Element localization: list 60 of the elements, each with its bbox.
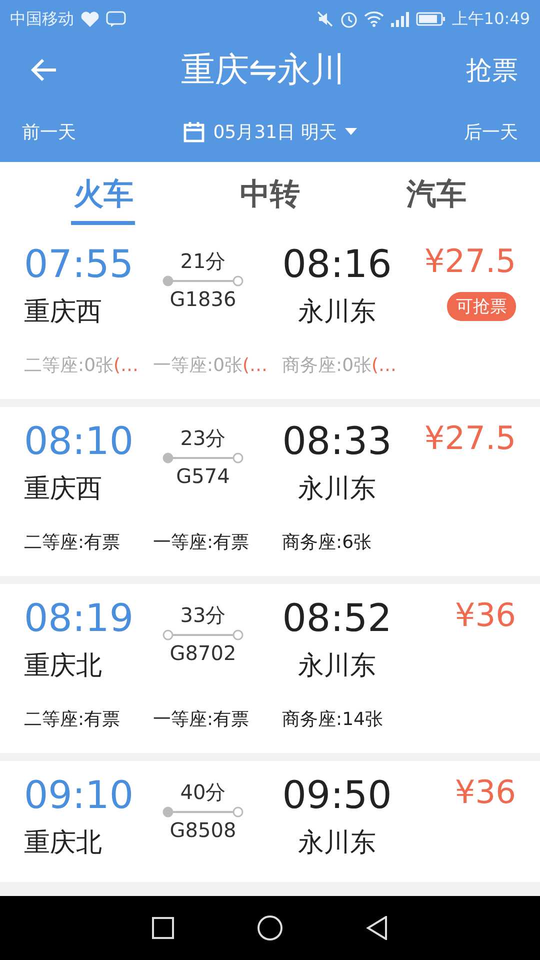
departure-time: 07:55 [24,242,135,286]
mute-icon [316,10,334,28]
seat-availability: 一等座:有票 [153,708,250,731]
calendar-icon [183,121,206,143]
seat-availability: 二等座:0张(… [24,354,137,377]
departure-station: 重庆北 [24,827,103,860]
train-number: G8702 [170,641,236,665]
arrival-station: 永川东 [298,827,376,860]
alarm-icon [340,10,358,28]
seat-availability: 二等座:有票 [24,531,122,554]
seat-availability: 一等座:0张(… [153,354,266,377]
message-icon [106,10,126,28]
signal-icon [390,11,410,27]
date-selector[interactable]: 05月31日 明天 [213,120,337,144]
carrier-name: 中国移动 [10,8,74,30]
ticket-price: ¥36 [454,596,516,634]
departure-time: 08:19 [24,596,135,640]
arrival-time: 08:16 [282,242,392,286]
grab-ticket-link[interactable]: 抢票 [466,52,518,88]
square-nav-icon[interactable] [152,917,174,939]
seat-availability: 二等座:有票 [24,708,122,731]
route-title: 重庆⇋永川 [180,49,346,92]
arrival-time: 08:33 [282,419,392,463]
back-triangle-icon[interactable] [366,916,388,940]
seat-availability: 商务座:14张 [282,708,384,731]
arrival-station: 永川东 [298,650,376,683]
train-number: G574 [176,464,230,488]
arrival-station: 永川东 [298,473,376,506]
home-icon[interactable] [256,915,283,941]
tab[interactable]: 中转 [238,168,302,224]
duration: 23分 [180,425,226,452]
arrival-station: 永川东 [298,296,376,329]
grab-ticket-badge[interactable]: 可抢票 [447,292,516,321]
departure-station: 重庆北 [24,650,103,683]
departure-station: 重庆西 [24,296,103,329]
seat-availability: 商务座:6张 [282,531,373,554]
arrival-time: 08:52 [282,596,392,640]
tab[interactable]: 汽车 [404,168,469,224]
train-number: G1836 [170,287,236,311]
wifi-icon [364,11,384,27]
seat-availability: 一等座:有票 [153,531,250,554]
heart-icon [80,10,100,28]
battery-icon [416,11,446,27]
ticket-price: ¥27.5 [424,419,516,457]
clock-time: 上午10:49 [452,8,530,30]
duration: 40分 [180,779,226,806]
tab[interactable]: 火车 [71,168,136,224]
ticket-price: ¥36 [454,773,516,811]
duration: 21分 [180,248,226,275]
next-day-link[interactable]: 后一天 [464,120,518,144]
previous-day-link[interactable]: 前一天 [22,120,76,144]
duration: 33分 [180,602,226,629]
dropdown-caret-icon [344,128,357,136]
ticket-price: ¥27.5 [424,242,516,280]
arrival-time: 09:50 [282,773,392,817]
seat-availability: 商务座:0张(… [282,354,395,377]
departure-station: 重庆西 [24,473,103,506]
train-number: G8508 [170,818,236,842]
departure-time: 08:10 [24,419,135,463]
departure-time: 09:10 [24,773,135,817]
